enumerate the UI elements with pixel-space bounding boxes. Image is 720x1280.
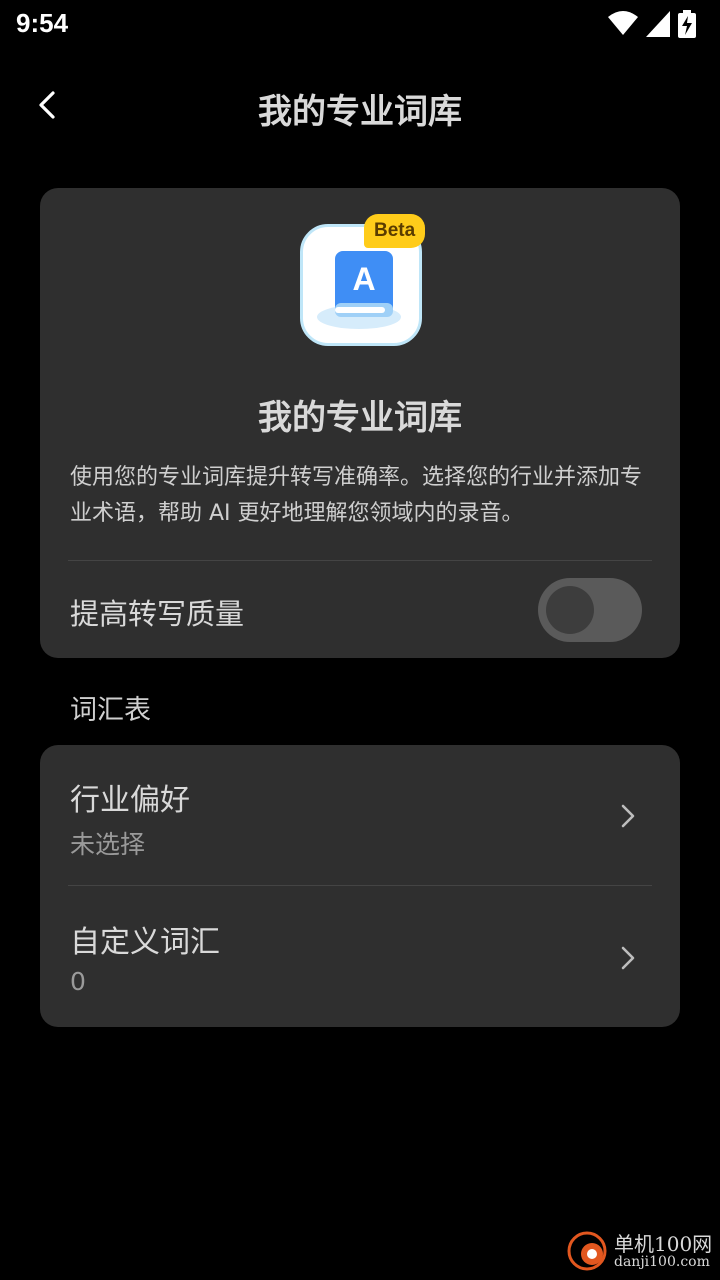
watermark-logo-icon bbox=[567, 1231, 607, 1271]
list-item-custom-vocabulary[interactable]: 自定义词汇 0 bbox=[40, 887, 680, 1027]
list-item-subtitle: 0 bbox=[70, 967, 86, 996]
list-item-title: 自定义词汇 bbox=[70, 925, 220, 960]
list-item-industry-preference[interactable]: 行业偏好 未选择 bbox=[40, 745, 680, 885]
status-bar: 9:54 bbox=[0, 0, 720, 52]
vocabulary-list-card: 行业偏好 未选择 自定义词汇 0 bbox=[40, 745, 680, 1027]
hero-icon-group: A Beta bbox=[300, 214, 430, 348]
battery-charging-icon bbox=[678, 10, 696, 38]
vocabulary-info-card: A Beta 我的专业词库 使用您的专业词库提升转写准确率。选择您的行业并添加专… bbox=[40, 188, 680, 658]
divider bbox=[68, 560, 652, 561]
cellular-signal-icon bbox=[646, 11, 670, 37]
app-header: 我的专业词库 bbox=[0, 70, 720, 140]
chevron-right-icon bbox=[621, 804, 635, 828]
toggle-knob bbox=[546, 586, 594, 634]
beta-badge: Beta bbox=[364, 214, 426, 248]
vocabulary-page: 9:54 我的专业词库 A Beta 我的专业词库 使用您的专业词库提升转写准确… bbox=[0, 0, 720, 1280]
watermark: 单机100网 danji100.com bbox=[566, 1228, 716, 1274]
hero-icon-letter: A bbox=[352, 261, 375, 297]
quality-toggle-switch[interactable] bbox=[538, 578, 642, 642]
quality-toggle-row: 提高转写质量 bbox=[40, 564, 680, 658]
divider bbox=[68, 885, 652, 886]
section-label-vocabulary: 词汇表 bbox=[70, 695, 151, 726]
card-description: 使用您的专业词库提升转写准确率。选择您的行业并添加专业术语，帮助 AI 更好地理… bbox=[70, 465, 643, 526]
status-icons bbox=[608, 10, 696, 38]
quality-toggle-label: 提高转写质量 bbox=[70, 597, 245, 631]
watermark-text: 单机100网 bbox=[614, 1232, 713, 1256]
chevron-right-icon bbox=[621, 946, 635, 970]
card-title: 我的专业词库 bbox=[258, 398, 462, 438]
list-item-title: 行业偏好 bbox=[70, 783, 190, 818]
wifi-icon bbox=[608, 11, 638, 37]
watermark-url: danji100.com bbox=[614, 1254, 710, 1270]
page-title: 我的专业词库 bbox=[258, 92, 462, 132]
list-item-subtitle: 未选择 bbox=[70, 830, 146, 859]
status-time: 9:54 bbox=[16, 8, 69, 38]
